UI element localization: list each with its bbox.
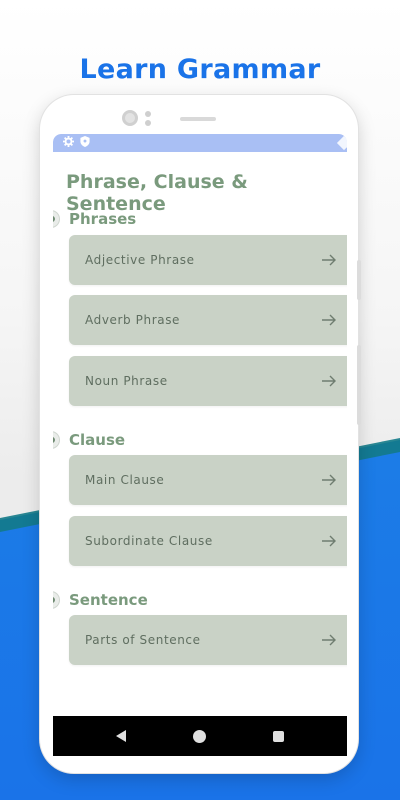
arrow-right-icon	[322, 634, 336, 646]
section-label: Sentence	[69, 591, 148, 609]
promo-headline: Learn Grammar	[79, 54, 321, 85]
status-bar	[53, 134, 347, 152]
section-header-sentence: Sentence	[53, 590, 148, 610]
list-item-label: Parts of Sentence	[85, 633, 201, 647]
back-icon[interactable]	[116, 730, 127, 742]
list-item-main-clause[interactable]: Main Clause	[69, 455, 347, 505]
list-item-noun-phrase[interactable]: Noun Phrase	[69, 356, 347, 406]
list-item-label: Adjective Phrase	[85, 253, 195, 267]
status-corner-indicator	[336, 135, 347, 151]
section-label: Clause	[69, 431, 126, 449]
list-item-parts-of-sentence[interactable]: Parts of Sentence	[69, 615, 347, 665]
list-item-adverb-phrase[interactable]: Adverb Phrase	[69, 295, 347, 345]
volume-button	[357, 260, 361, 300]
phone-screen: Phrase, Clause & Sentence Phrases Adject…	[53, 134, 347, 756]
system-nav-bar	[53, 716, 347, 756]
section-header-phrases: Phrases	[53, 209, 136, 229]
power-button	[357, 345, 361, 425]
arrow-right-icon	[322, 474, 336, 486]
section-label: Phrases	[69, 210, 137, 228]
section-bullet-icon	[53, 591, 60, 609]
shield-icon	[80, 136, 90, 150]
arrow-right-icon	[322, 535, 336, 547]
arrow-right-icon	[322, 254, 336, 266]
sensor-dots	[145, 111, 151, 127]
arrow-right-icon	[322, 375, 336, 387]
gear-icon	[63, 136, 74, 150]
home-icon[interactable]	[192, 729, 206, 743]
list-item-subordinate-clause[interactable]: Subordinate Clause	[69, 516, 347, 566]
list-item-label: Noun Phrase	[85, 374, 168, 388]
recent-apps-icon[interactable]	[272, 730, 284, 742]
list-item-adjective-phrase[interactable]: Adjective Phrase	[69, 235, 347, 285]
speaker-grille	[180, 117, 216, 121]
section-header-clause: Clause	[53, 430, 125, 450]
list-item-label: Main Clause	[85, 473, 165, 487]
section-bullet-icon	[53, 210, 60, 228]
list-item-label: Adverb Phrase	[85, 313, 181, 327]
arrow-right-icon	[322, 314, 336, 326]
camera-icon	[122, 110, 138, 126]
list-item-label: Subordinate Clause	[85, 534, 213, 548]
section-bullet-icon	[53, 431, 60, 449]
